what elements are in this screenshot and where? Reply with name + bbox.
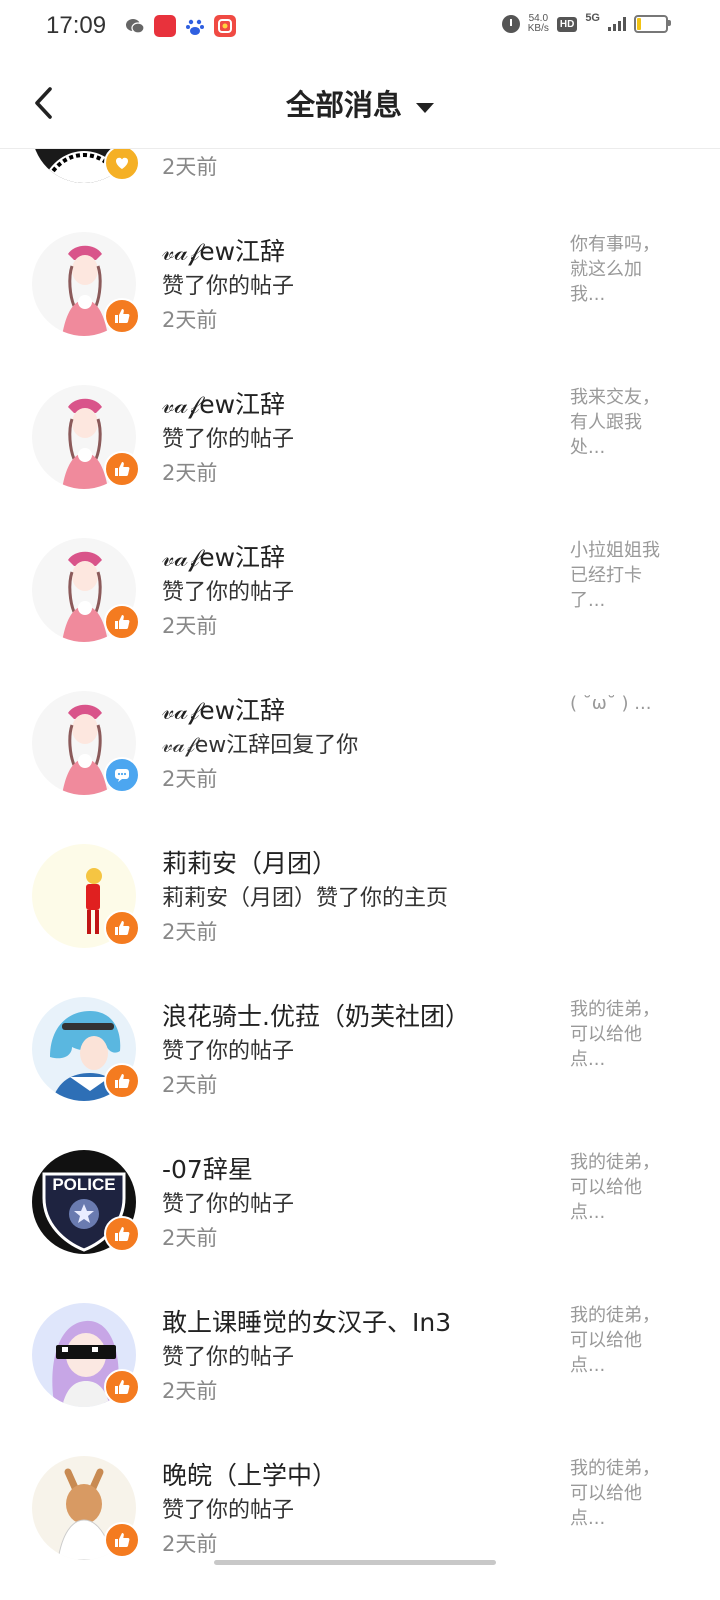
post-snippet[interactable]: 我的徒弟，可以给他点... <box>570 1150 670 1225</box>
notification-icons <box>124 15 236 37</box>
message-item[interactable]: POLICE -07辞星赞了你的帖子 2天前 我的徒弟，可以给他点... <box>0 1130 720 1283</box>
message-item[interactable]: 2天前 <box>0 149 720 212</box>
alarm-icon <box>501 15 520 33</box>
sender-name[interactable]: 莉莉安（月团） <box>162 844 337 880</box>
thumbs-up-icon <box>104 451 140 487</box>
hd-icon: HD <box>556 16 578 32</box>
sender-name[interactable]: -07辞星 <box>162 1150 253 1186</box>
heart-icon <box>104 149 140 181</box>
nav-header: 全部消息 <box>0 56 720 149</box>
post-snippet[interactable]: 小拉姐姐我已经打卡了... <box>570 538 670 613</box>
message-filter-dropdown[interactable]: 全部消息 <box>0 82 720 124</box>
post-snippet[interactable]: 你有事吗，就这么加我... <box>570 232 670 307</box>
message-time: 2天前 <box>162 461 218 485</box>
sender-name[interactable]: 浪花骑士.优菈（奶芙社团） <box>162 997 470 1033</box>
page-title: 全部消息 <box>285 88 402 122</box>
message-time: 2天前 <box>162 614 218 638</box>
sender-name[interactable]: 𝓋𝒶𝒻ew江辞 <box>162 232 285 268</box>
net-speed: 54.0 KB/s <box>528 14 549 34</box>
status-right: 54.0 KB/s HD 5G <box>501 12 671 34</box>
message-action: 赞了你的帖子 <box>162 1498 295 1523</box>
message-time: 2天前 <box>162 308 218 332</box>
message-time: 2天前 <box>162 767 218 791</box>
message-time: 2天前 <box>162 155 218 179</box>
sender-name[interactable]: 晚皖（上学中） <box>162 1456 337 1492</box>
battery-icon <box>634 15 671 33</box>
message-list[interactable]: 2天前 𝓋𝒶𝒻ew江辞 赞了你的帖子 2天前 你有事吗，就这么加我... 𝓋𝒶𝒻ew江辞赞… <box>0 149 720 1600</box>
message-item[interactable]: 晚皖（上学中） 赞了你的帖子 2天前 我的徒弟，可以给他点... <box>0 1436 720 1589</box>
message-action: 赞了你的帖子 <box>162 1039 295 1064</box>
post-snippet[interactable]: ( ˘ω˘ ) ... <box>570 691 670 716</box>
sender-name[interactable]: 𝓋𝒶𝒻ew江辞 <box>162 691 285 727</box>
status-bar: 17:09 54.0 KB/s HD 5G <box>0 0 720 56</box>
comment-icon <box>104 757 140 793</box>
message-item[interactable]: 𝓋𝒶𝒻ew江辞赞了你的帖子 2天前 你有事吗，就这么加我... <box>0 212 720 365</box>
baidu-icon <box>184 15 206 37</box>
thumbs-up-icon <box>104 1063 140 1099</box>
message-action: 赞了你的帖子 <box>162 1192 295 1217</box>
police-text: POLICE <box>52 1175 115 1194</box>
message-time: 2天前 <box>162 1226 218 1250</box>
message-time: 2天前 <box>162 920 218 944</box>
thumbs-up-icon <box>104 1369 140 1405</box>
sender-name[interactable]: 𝓋𝒶𝒻ew江辞 <box>162 538 285 574</box>
caret-down-icon <box>416 102 434 113</box>
post-snippet[interactable]: 我的徒弟，可以给他点... <box>570 997 670 1072</box>
signal-icon <box>608 17 626 31</box>
post-snippet[interactable]: 我的徒弟，可以给他点... <box>570 1303 670 1378</box>
message-action: 赞了你的帖子 <box>162 580 295 605</box>
thumbs-up-icon <box>104 298 140 334</box>
message-item[interactable]: 莉莉安（月团） 莉莉安（月团）赞了你的主页 2天前 <box>0 824 720 977</box>
message-action: 赞了你的帖子 <box>162 1345 295 1370</box>
message-time: 2天前 <box>162 1379 218 1403</box>
post-snippet[interactable]: 我来交友，有人跟我处... <box>570 385 670 460</box>
wechat-icon <box>124 15 146 37</box>
thumbs-up-icon <box>104 1522 140 1558</box>
message-time: 2天前 <box>162 1532 218 1556</box>
sender-name[interactable]: 𝓋𝒶𝒻ew江辞 <box>162 385 285 421</box>
message-action: 赞了你的帖子 <box>162 427 295 452</box>
message-time: 2天前 <box>162 1073 218 1097</box>
thumbs-up-icon <box>104 910 140 946</box>
message-action: 𝓋𝒶𝒻ew江辞回复了你 <box>162 733 359 758</box>
message-item[interactable]: 敢上课睡觉的女汉子、In3 赞了你的帖子 2天前 我的徒弟，可以给他点... <box>0 1283 720 1436</box>
message-item[interactable]: 𝓋𝒶𝒻ew江辞赞了你的帖子 2天前 小拉姐姐我已经打卡了... <box>0 518 720 671</box>
post-snippet[interactable]: 我的徒弟，可以给他点... <box>570 1456 670 1531</box>
message-action: 莉莉安（月团）赞了你的主页 <box>162 886 449 911</box>
status-time: 17:09 <box>46 12 107 39</box>
net-speed-unit: KB/s <box>527 23 549 34</box>
video-app-icon <box>214 15 236 37</box>
message-item[interactable]: 𝓋𝒶𝒻ew江辞 𝓋𝒶𝒻ew江辞回复了你 2天前 ( ˘ω˘ ) ... <box>0 671 720 824</box>
thumbs-up-icon <box>104 604 140 640</box>
network-type: 5G <box>585 12 600 24</box>
home-indicator[interactable] <box>214 1560 496 1565</box>
thumbs-up-icon <box>104 1216 140 1252</box>
message-action: 赞了你的帖子 <box>162 274 295 299</box>
app-notification-icon <box>154 15 176 37</box>
sender-name[interactable]: 敢上课睡觉的女汉子、In3 <box>162 1303 451 1339</box>
message-item[interactable]: 浪花骑士.优菈（奶芙社团） 赞了你的帖子 2天前 我的徒弟，可以给他点... <box>0 977 720 1130</box>
message-item[interactable]: 𝓋𝒶𝒻ew江辞赞了你的帖子 2天前 我来交友，有人跟我处... <box>0 365 720 518</box>
